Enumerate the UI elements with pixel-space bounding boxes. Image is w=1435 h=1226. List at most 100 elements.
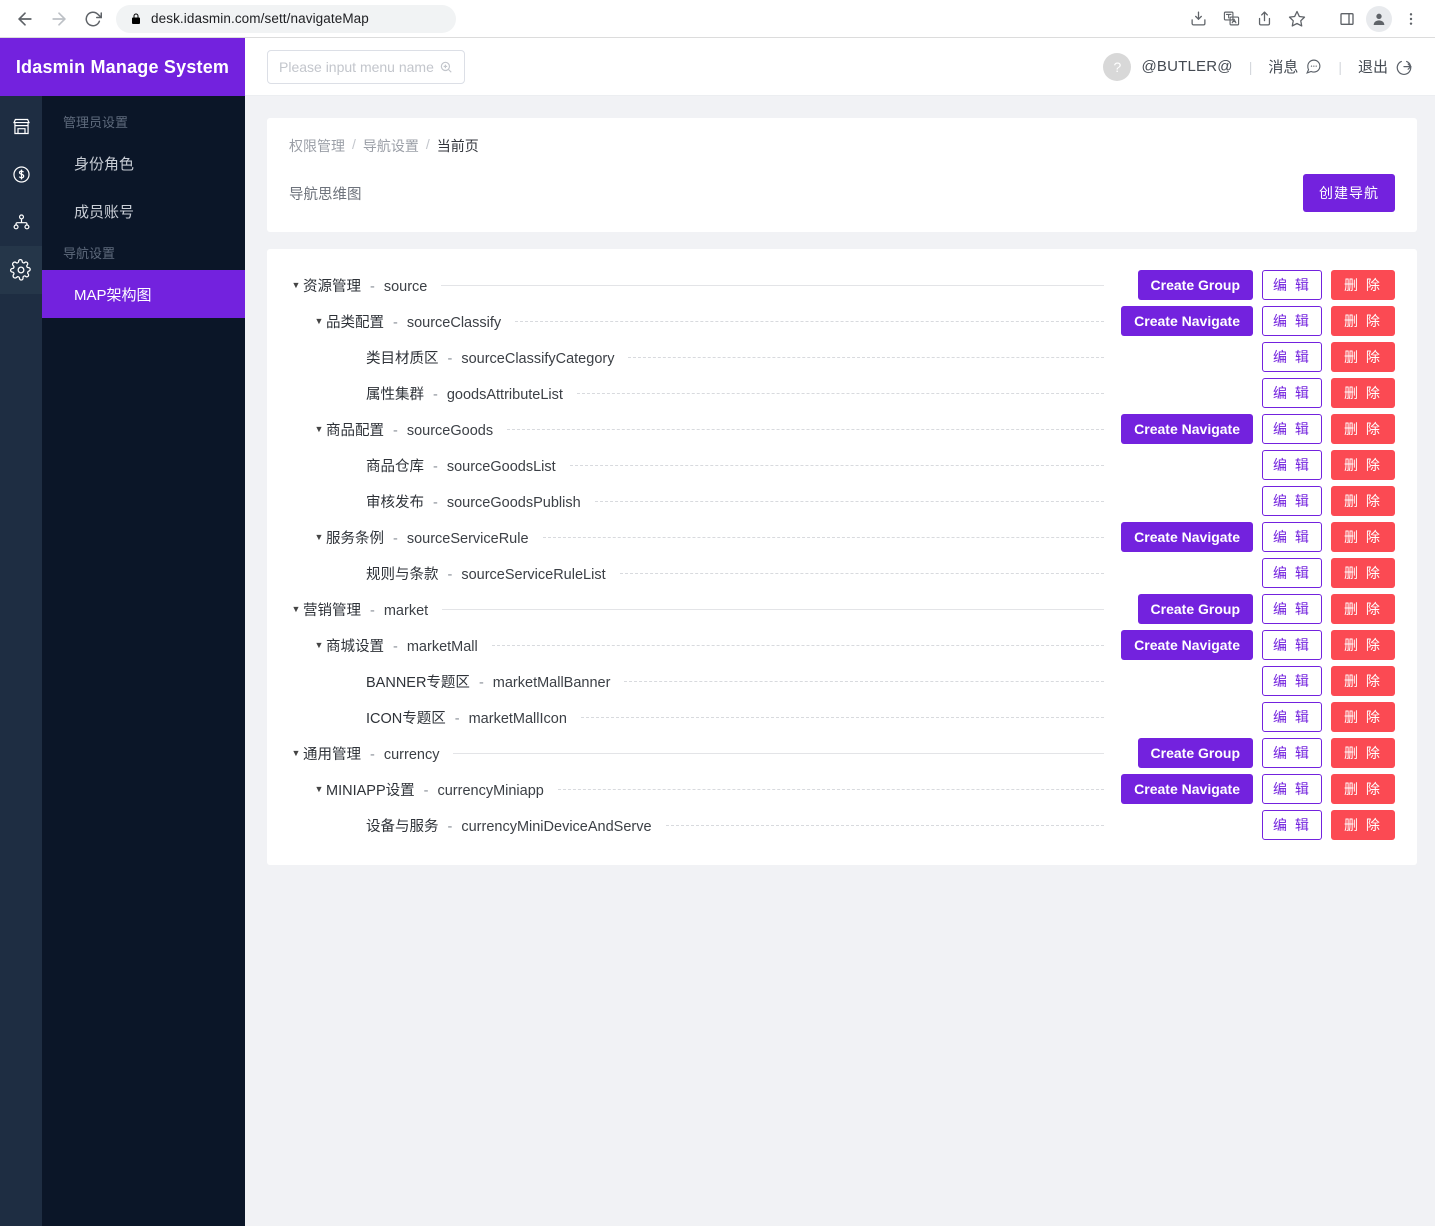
delete-button[interactable]: 删 除 <box>1331 342 1395 372</box>
delete-button[interactable]: 删 除 <box>1331 630 1395 660</box>
share-icon[interactable] <box>1250 5 1278 33</box>
header-user-area: ? @BUTLER@ | 消息 | 退出 <box>1103 52 1413 81</box>
create-navigate-button[interactable]: Create Navigate <box>1121 774 1253 804</box>
delete-button[interactable]: 删 除 <box>1331 486 1395 516</box>
store-icon[interactable] <box>0 102 42 150</box>
install-icon[interactable] <box>1184 5 1212 33</box>
breadcrumb-item-1[interactable]: 导航设置 <box>363 136 419 156</box>
caret-down-icon[interactable]: ▼ <box>312 640 326 650</box>
edit-button[interactable]: 编 辑 <box>1262 378 1322 408</box>
create-group-button[interactable]: Create Group <box>1137 594 1253 624</box>
delete-button[interactable]: 删 除 <box>1331 738 1395 768</box>
edit-button[interactable]: 编 辑 <box>1262 738 1322 768</box>
browser-tool-icons <box>1184 5 1425 33</box>
search-input[interactable] <box>279 58 439 75</box>
bookmark-star-icon[interactable] <box>1283 5 1311 33</box>
back-arrow-icon[interactable] <box>10 4 40 34</box>
profile-avatar-icon[interactable] <box>1366 5 1392 32</box>
search-zoom-icon[interactable] <box>439 60 453 74</box>
menu-search-box[interactable] <box>267 49 465 84</box>
create-group-button[interactable]: Create Group <box>1137 270 1253 300</box>
edit-button[interactable]: 编 辑 <box>1262 774 1322 804</box>
logout-arrow-icon <box>1395 58 1413 76</box>
messages-link[interactable]: 消息 <box>1268 56 1322 77</box>
delete-button[interactable]: 删 除 <box>1331 414 1395 444</box>
user-name: @BUTLER@ <box>1141 58 1233 75</box>
tree-node-dash: - <box>433 386 438 403</box>
delete-button[interactable]: 删 除 <box>1331 522 1395 552</box>
tree-node-code: marketMallIcon <box>468 710 567 727</box>
edit-button[interactable]: 编 辑 <box>1262 630 1322 660</box>
chat-bubble-icon <box>1305 58 1322 75</box>
delete-button[interactable]: 删 除 <box>1331 810 1395 840</box>
edit-button[interactable]: 编 辑 <box>1262 810 1322 840</box>
tree-node-dash: - <box>423 782 429 799</box>
tree-row: ▼属性集群-goodsAttributeList编 辑删 除 <box>289 375 1395 411</box>
tree-node-label: 类目材质区 - sourceClassifyCategory <box>366 347 624 368</box>
create-navigation-button[interactable]: 创建导航 <box>1303 174 1395 212</box>
caret-down-icon[interactable]: ▼ <box>312 316 326 326</box>
edit-button[interactable]: 编 辑 <box>1262 702 1322 732</box>
edit-button[interactable]: 编 辑 <box>1262 558 1322 588</box>
edit-button[interactable]: 编 辑 <box>1262 414 1322 444</box>
sidebar-item-roles[interactable]: 身份角色 <box>42 139 245 187</box>
tree-node-dash: - <box>393 422 398 439</box>
caret-down-icon[interactable]: ▼ <box>289 748 303 758</box>
create-navigate-button[interactable]: Create Navigate <box>1121 630 1253 660</box>
delete-button[interactable]: 删 除 <box>1331 270 1395 300</box>
create-navigate-button[interactable]: Create Navigate <box>1121 522 1253 552</box>
avatar[interactable]: ? <box>1103 52 1132 81</box>
tree-node-name: ICON专题区 <box>366 710 446 727</box>
edit-button[interactable]: 编 辑 <box>1262 270 1322 300</box>
delete-button[interactable]: 删 除 <box>1331 306 1395 336</box>
delete-button[interactable]: 删 除 <box>1331 378 1395 408</box>
delete-button[interactable]: 删 除 <box>1331 594 1395 624</box>
edit-button[interactable]: 编 辑 <box>1262 522 1322 552</box>
edit-button[interactable]: 编 辑 <box>1262 666 1322 696</box>
side-panel-icon[interactable] <box>1333 5 1361 33</box>
tree-row-actions: 编 辑删 除 <box>1116 378 1395 408</box>
sidebar-item-map[interactable]: MAP架构图 <box>42 270 245 318</box>
tree-connector-line <box>594 500 1104 502</box>
tree-row: ▼ICON专题区-marketMallIcon编 辑删 除 <box>289 699 1395 735</box>
edit-button[interactable]: 编 辑 <box>1262 450 1322 480</box>
tree-node-code: sourceGoodsList <box>446 458 556 475</box>
tree-node-dash: - <box>447 350 453 367</box>
edit-button[interactable]: 编 辑 <box>1262 486 1322 516</box>
tree-row: ▼ 服务条例 - sourceServiceRule Create Navigate 编 … <box>289 519 1395 555</box>
tree-row: ▼ 商品配置 - sourceGoods Create Navigate 编 辑删 除 <box>289 411 1395 447</box>
delete-button[interactable]: 删 除 <box>1331 450 1395 480</box>
caret-down-icon[interactable]: ▼ <box>312 424 326 434</box>
create-navigate-button[interactable]: Create Navigate <box>1121 414 1253 444</box>
breadcrumb-item-0[interactable]: 权限管理 <box>289 136 345 156</box>
tree-row: ▼ 商城设置 - marketMall Create Navigate 编 辑删 除 <box>289 627 1395 663</box>
delete-button[interactable]: 删 除 <box>1331 774 1395 804</box>
delete-button[interactable]: 删 除 <box>1331 558 1395 588</box>
org-chart-icon[interactable] <box>0 198 42 246</box>
caret-down-icon[interactable]: ▼ <box>289 280 303 290</box>
delete-button[interactable]: 删 除 <box>1331 666 1395 696</box>
logout-link[interactable]: 退出 <box>1358 56 1413 77</box>
dollar-circle-icon[interactable] <box>0 150 42 198</box>
edit-button[interactable]: 编 辑 <box>1262 594 1322 624</box>
address-bar[interactable]: desk.idasmin.com/sett/navigateMap <box>116 4 456 33</box>
delete-button[interactable]: 删 除 <box>1331 702 1395 732</box>
caret-down-icon[interactable]: ▼ <box>312 784 326 794</box>
forward-arrow-icon[interactable] <box>44 4 74 34</box>
page-title: 导航思维图 <box>289 186 362 203</box>
create-group-button[interactable]: Create Group <box>1137 738 1253 768</box>
tree-node-code: currencyMiniapp <box>437 782 544 799</box>
gear-icon[interactable] <box>0 246 42 294</box>
more-menu-icon[interactable] <box>1397 5 1425 33</box>
caret-down-icon[interactable]: ▼ <box>289 604 303 614</box>
create-navigate-button[interactable]: Create Navigate <box>1121 306 1253 336</box>
edit-button[interactable]: 编 辑 <box>1262 342 1322 372</box>
reload-icon[interactable] <box>78 4 108 34</box>
edit-button[interactable]: 编 辑 <box>1262 306 1322 336</box>
translate-icon[interactable] <box>1217 5 1245 33</box>
breadcrumb-separator: / <box>352 136 356 152</box>
caret-down-icon[interactable]: ▼ <box>312 532 326 542</box>
sidebar-item-accounts[interactable]: 成员账号 <box>42 187 245 235</box>
tree-row-actions: 编 辑删 除 <box>1116 666 1395 696</box>
messages-label: 消息 <box>1268 59 1299 76</box>
